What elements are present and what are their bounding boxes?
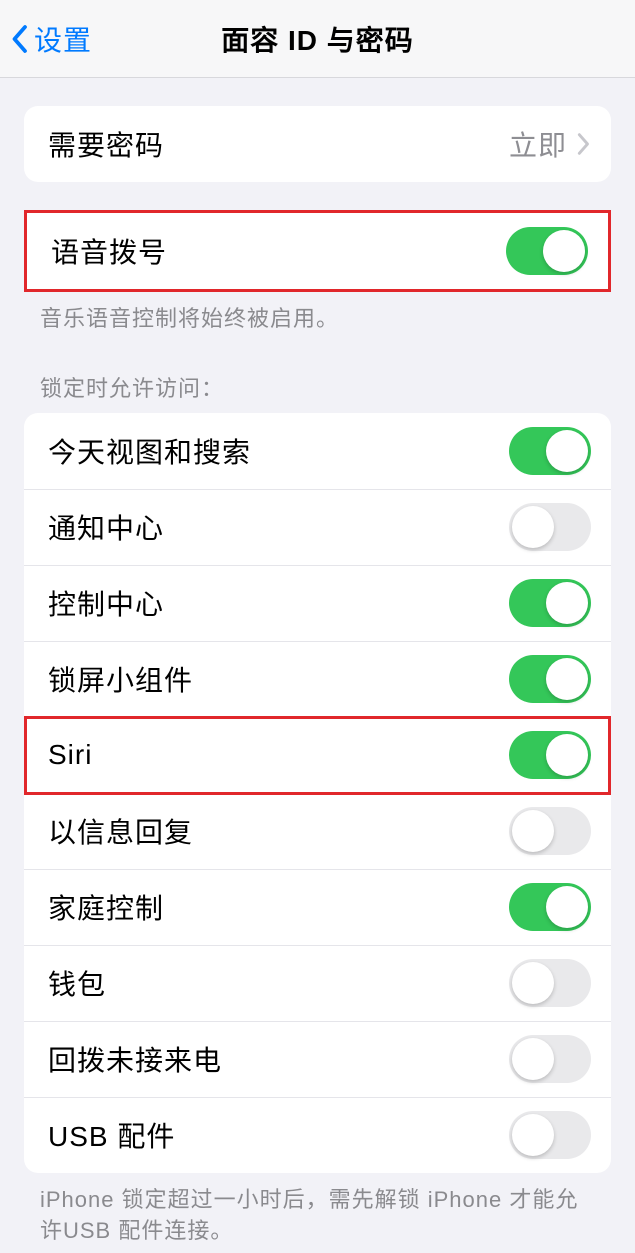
lock-access-header: 锁定时允许访问： (0, 335, 635, 413)
voice-dial-group: 语音拨号 (24, 210, 611, 292)
lock-access-toggle[interactable] (509, 731, 591, 779)
lock-access-label: 锁屏小组件 (48, 659, 193, 699)
lock-access-label: 钱包 (48, 963, 106, 1003)
toggle-knob (512, 1038, 554, 1080)
voice-dial-footer: 音乐语音控制将始终被启用。 (0, 292, 635, 335)
toggle-knob (543, 230, 585, 272)
lock-access-row[interactable]: 以信息回复 (24, 793, 611, 869)
back-button[interactable]: 设置 (0, 19, 92, 59)
require-passcode-row[interactable]: 需要密码 立即 (24, 106, 611, 182)
require-passcode-label: 需要密码 (48, 124, 164, 164)
lock-access-toggle[interactable] (509, 959, 591, 1007)
toggle-knob (546, 734, 588, 776)
toggle-knob (546, 658, 588, 700)
lock-access-label: 通知中心 (48, 507, 164, 547)
toggle-knob (512, 506, 554, 548)
lock-access-row[interactable]: Siri (24, 717, 611, 793)
lock-access-row[interactable]: 控制中心 (24, 565, 611, 641)
voice-dial-toggle[interactable] (506, 227, 588, 275)
lock-access-group: 今天视图和搜索通知中心控制中心锁屏小组件 Siri 以信息回复家庭控制钱包回拨未接来… (24, 413, 611, 1173)
lock-access-label: 今天视图和搜索 (48, 431, 251, 471)
lock-access-label: 以信息回复 (48, 811, 193, 851)
back-label: 设置 (34, 19, 92, 59)
toggle-knob (512, 962, 554, 1004)
lock-access-row[interactable]: 今天视图和搜索 (24, 413, 611, 489)
lock-access-toggle[interactable] (509, 427, 591, 475)
toggle-knob (546, 886, 588, 928)
voice-dial-row[interactable]: 语音拨号 (27, 213, 608, 289)
lock-access-toggle[interactable] (509, 579, 591, 627)
page-title: 面容 ID 与密码 (0, 19, 635, 59)
lock-access-row[interactable]: USB 配件 (24, 1097, 611, 1173)
toggle-knob (512, 810, 554, 852)
lock-access-label: 控制中心 (48, 583, 164, 623)
require-passcode-value: 立即 (509, 124, 567, 164)
lock-access-toggle[interactable] (509, 807, 591, 855)
lock-access-row[interactable]: 通知中心 (24, 489, 611, 565)
lock-access-toggle[interactable] (509, 1035, 591, 1083)
lock-access-toggle[interactable] (509, 655, 591, 703)
lock-access-toggle[interactable] (509, 1111, 591, 1159)
require-passcode-group: 需要密码 立即 (24, 106, 611, 182)
lock-access-label: Siri (48, 739, 92, 771)
lock-access-row[interactable]: 钱包 (24, 945, 611, 1021)
lock-access-toggle[interactable] (509, 503, 591, 551)
toggle-knob (512, 1114, 554, 1156)
navigation-bar: 设置 面容 ID 与密码 (0, 0, 635, 78)
lock-access-row[interactable]: 回拨未接来电 (24, 1021, 611, 1097)
lock-access-label: USB 配件 (48, 1115, 175, 1155)
row-right: 立即 (509, 124, 591, 164)
lock-access-label: 家庭控制 (48, 887, 164, 927)
voice-dial-label: 语音拨号 (51, 231, 167, 271)
chevron-left-icon (10, 24, 28, 54)
chevron-right-icon (577, 132, 591, 156)
lock-access-toggle[interactable] (509, 883, 591, 931)
lock-access-footer: iPhone 锁定超过一小时后，需先解锁 iPhone 才能允许USB 配件连接… (0, 1173, 635, 1247)
lock-access-row[interactable]: 锁屏小组件 (24, 641, 611, 717)
lock-access-label: 回拨未接来电 (48, 1039, 222, 1079)
lock-access-row[interactable]: 家庭控制 (24, 869, 611, 945)
toggle-knob (546, 430, 588, 472)
toggle-knob (546, 582, 588, 624)
